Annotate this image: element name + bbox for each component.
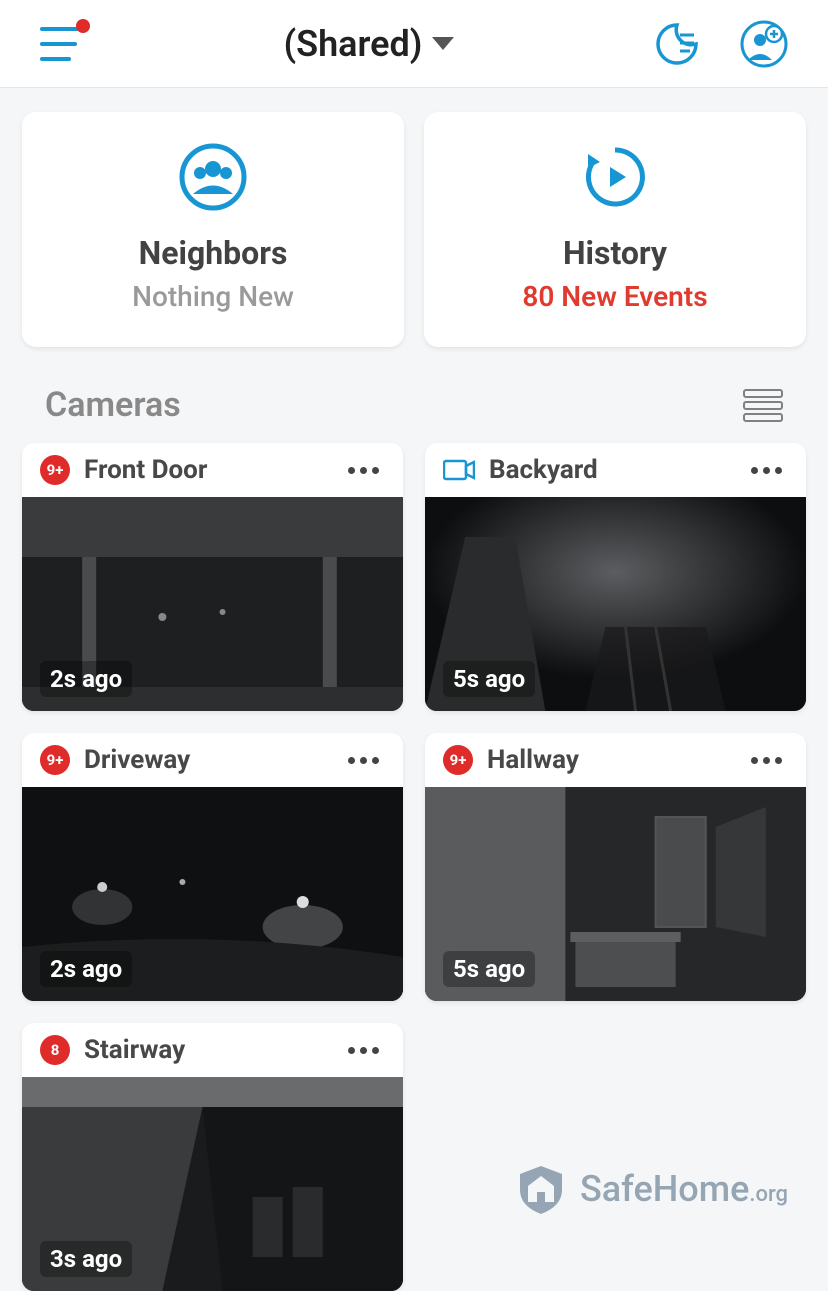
camera-name: Backyard — [489, 455, 731, 485]
camera-tile-header: 8 Stairway — [22, 1023, 403, 1077]
more-options-button[interactable] — [342, 1041, 385, 1060]
camera-tile[interactable]: 9+ Front Door 2s ago — [22, 443, 403, 711]
card-subtitle: Nothing New — [132, 280, 294, 313]
more-options-button[interactable] — [342, 751, 385, 770]
camera-thumbnail[interactable]: 5s ago — [425, 787, 806, 1001]
watermark: SafeHome.org — [514, 1162, 788, 1216]
timestamp-label: 2s ago — [40, 951, 132, 987]
camera-name: Hallway — [487, 745, 731, 775]
section-header: Cameras — [0, 347, 828, 443]
more-options-button[interactable] — [745, 751, 788, 770]
camera-tile[interactable]: 9+ Driveway 2s ago — [22, 733, 403, 1001]
chevron-down-icon — [432, 37, 454, 50]
more-options-button[interactable] — [745, 461, 788, 480]
history-card[interactable]: History 80 New Events — [424, 112, 806, 347]
camera-thumbnail[interactable]: 5s ago — [425, 497, 806, 711]
neighbors-icon — [178, 142, 248, 216]
camera-name: Stairway — [84, 1035, 328, 1065]
shield-house-icon — [514, 1162, 568, 1216]
camera-tile-header: Backyard — [425, 443, 806, 497]
section-title: Cameras — [45, 385, 181, 425]
event-count-badge: 9+ — [40, 455, 70, 485]
camera-thumbnail[interactable]: 3s ago — [22, 1077, 403, 1291]
header-actions — [654, 20, 788, 68]
timestamp-label: 5s ago — [443, 661, 535, 697]
camera-name: Front Door — [84, 455, 328, 485]
history-icon — [580, 142, 650, 216]
camera-tile-header: 9+ Driveway — [22, 733, 403, 787]
event-count-badge: 8 — [40, 1035, 70, 1065]
neighbors-card[interactable]: Neighbors Nothing New — [22, 112, 404, 347]
location-dropdown[interactable]: (Shared) — [84, 23, 654, 65]
app-header: (Shared) — [0, 0, 828, 88]
summary-cards: Neighbors Nothing New History 80 New Eve… — [0, 88, 828, 347]
card-title: Neighbors — [139, 234, 288, 272]
menu-button[interactable] — [40, 27, 84, 61]
add-device-button[interactable] — [740, 20, 788, 68]
camera-tile[interactable]: Backyard 5s ago — [425, 443, 806, 711]
camera-tile[interactable]: 8 Stairway 3s ago — [22, 1023, 403, 1291]
card-subtitle: 80 New Events — [522, 280, 707, 313]
camera-thumbnail[interactable]: 2s ago — [22, 787, 403, 1001]
camera-tile-header: 9+ Front Door — [22, 443, 403, 497]
event-count-badge: 9+ — [443, 745, 473, 775]
layout-toggle-button[interactable] — [743, 389, 783, 422]
event-count-badge: 9+ — [40, 745, 70, 775]
camera-icon — [443, 458, 475, 482]
camera-thumbnail[interactable]: 2s ago — [22, 497, 403, 711]
night-mode-button[interactable] — [654, 21, 700, 67]
notification-dot-icon — [76, 19, 90, 33]
camera-name: Driveway — [84, 745, 328, 775]
watermark-text: SafeHome.org — [580, 1168, 788, 1210]
timestamp-label: 3s ago — [40, 1241, 132, 1277]
timestamp-label: 5s ago — [443, 951, 535, 987]
card-title: History — [563, 234, 667, 272]
camera-tile-header: 9+ Hallway — [425, 733, 806, 787]
more-options-button[interactable] — [342, 461, 385, 480]
location-title: (Shared) — [284, 23, 423, 65]
camera-tile[interactable]: 9+ Hallway 5s ago — [425, 733, 806, 1001]
timestamp-label: 2s ago — [40, 661, 132, 697]
